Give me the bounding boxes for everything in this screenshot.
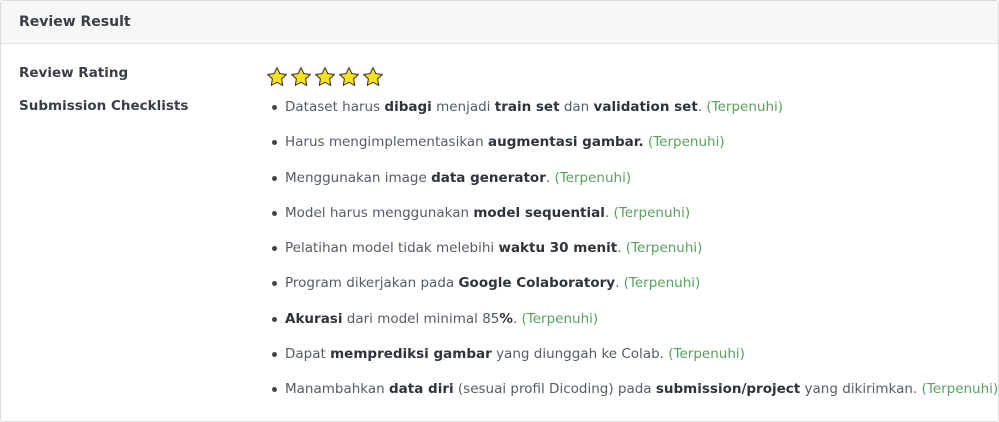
checklist-item-bold-text: train set <box>494 99 560 115</box>
checklist-item-status: (Terpenuhi) <box>623 275 701 292</box>
checklist-item: Dapat memprediksi gambar yang diunggah k… <box>266 340 998 375</box>
checklist-item: Dataset harus dibagi menjadi train set d… <box>266 93 998 128</box>
checklist-item: Pelatihan model tidak melebihi waktu 30 … <box>266 234 998 269</box>
checklist-item: Model harus menggunakan model sequential… <box>266 199 998 234</box>
checklist-item-text: Menggunakan image <box>285 169 432 186</box>
checklist-item: Akurasi dari model minimal 85%. (Terpenu… <box>266 305 998 340</box>
checklist-item-text: Pelatihan model tidak melebihi <box>285 240 499 257</box>
submission-checklists-label: Submission Checklists <box>19 98 189 114</box>
checklist-item-bold-text: data generator <box>431 169 546 186</box>
checklist-item-status: (Terpenuhi) <box>647 134 725 151</box>
checklist-item-text: Dapat <box>285 346 331 363</box>
card-title: Review Result <box>19 14 131 30</box>
checklist-item-text: menjadi <box>431 99 495 115</box>
checklist-item-bold-text: % <box>499 310 513 327</box>
review-result-card: Review Result Review Rating Submission C… <box>0 0 999 422</box>
checklist-item-text: dari model minimal 85 <box>342 310 500 327</box>
checklist-item-text: yang diunggah ke Colab. <box>491 346 669 363</box>
checklist-item-bold-text: augmentasi gambar. <box>488 134 644 151</box>
checklist-item-status: (Terpenuhi) <box>521 310 599 327</box>
checklist-item-text: . <box>512 310 522 327</box>
star-icon <box>291 67 311 86</box>
checklist-item-text: . <box>617 240 626 257</box>
checklist-item-status: (Terpenuhi) <box>921 381 999 398</box>
checklist-item: Menggunakan image data generator. (Terpe… <box>266 164 998 199</box>
checklist-item-bold-text: model sequential <box>473 204 605 221</box>
star-rating <box>266 66 384 88</box>
star-icon <box>339 67 359 86</box>
checklist-item-bold-text: dibagi <box>384 99 432 115</box>
checklist-item: Program dikerjakan pada Google Colaborat… <box>266 269 998 304</box>
card-header: Review Result <box>1 1 998 44</box>
star-icon <box>315 67 335 86</box>
checklist-item-text: dan <box>559 99 594 115</box>
checklist-item-text: yang dikirimkan. <box>800 381 922 398</box>
checklist-item-bold-text: waktu 30 menit <box>498 240 618 257</box>
checklist-item-status: (Terpenuhi) <box>613 204 691 221</box>
checklist-item-text: Harus mengimplementasikan <box>285 134 489 151</box>
checklist-item-text: . <box>615 275 624 292</box>
checklist-item-text: (sesuai profil Dicoding) pada <box>453 381 656 398</box>
submission-checklist: Dataset harus dibagi menjadi train set d… <box>266 93 998 411</box>
checklist-item-bold-text: validation set <box>593 99 698 115</box>
checklist-item-status: (Terpenuhi) <box>668 346 745 363</box>
checklist-item-bold-text: memprediksi gambar <box>330 346 492 363</box>
star-icon <box>363 67 383 86</box>
checklist-item-bold-text: data diri <box>389 381 454 398</box>
review-rating-label: Review Rating <box>19 65 129 81</box>
checklist-item: Harus mengimplementasikan augmentasi gam… <box>266 128 998 163</box>
checklist-item-bold-text: Google Colaboratory <box>458 275 616 292</box>
checklist-item-text: Model harus menggunakan <box>285 204 474 221</box>
checklist-item-status: (Terpenuhi) <box>554 169 632 186</box>
checklist-item-text: Dataset harus <box>285 99 385 115</box>
checklist-item-text: Manambahkan <box>285 381 389 398</box>
checklist-item-text: Program dikerjakan pada <box>285 275 459 292</box>
star-icon <box>267 67 287 86</box>
checklist-item-status: (Terpenuhi) <box>706 99 784 115</box>
checklist-item-status: (Terpenuhi) <box>625 240 703 257</box>
checklist-item-bold-text: Akurasi <box>285 310 343 327</box>
checklist-item-bold-text: submission/project <box>655 381 801 398</box>
checklist-item: Manambahkan data diri (sesuai profil Dic… <box>266 375 998 410</box>
